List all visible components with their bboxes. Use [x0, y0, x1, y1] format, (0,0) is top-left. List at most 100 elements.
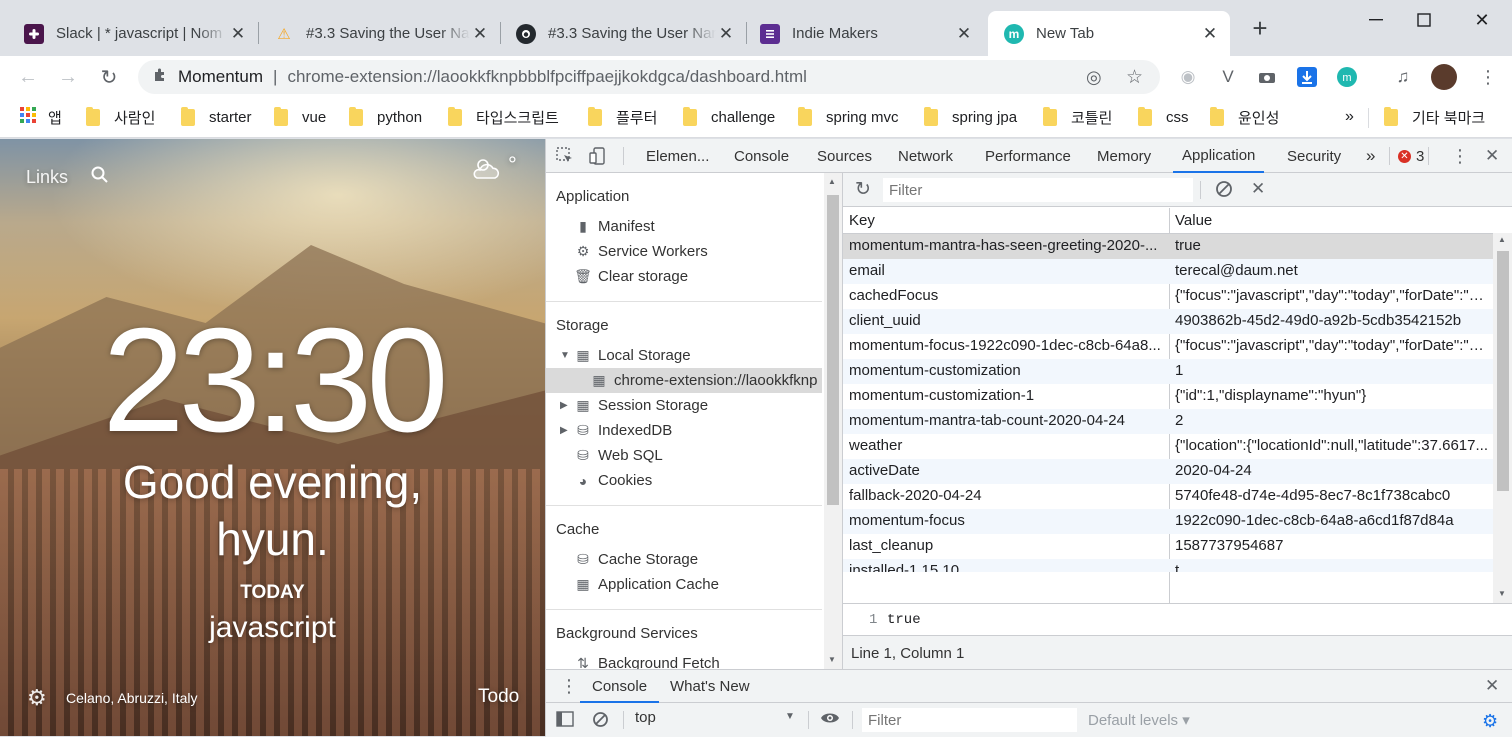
- table-row[interactable]: cachedFocus {"focus":"javascript","day":"…: [843, 284, 1493, 309]
- bookmark-folder[interactable]: 사람인: [86, 106, 155, 128]
- sidebar-item-application-cache[interactable]: ▦ Application Cache: [574, 572, 719, 597]
- sidebar-item-cache-storage[interactable]: ⛁ Cache Storage: [574, 547, 698, 572]
- settings-gear-icon[interactable]: ⚙: [27, 685, 47, 711]
- column-header-value[interactable]: Value: [1175, 212, 1489, 229]
- row-key[interactable]: momentum-mantra-has-seen-greeting-2020-.…: [849, 237, 1165, 254]
- live-expression-eye-icon[interactable]: [820, 710, 840, 731]
- close-window-icon[interactable]: ✕: [1462, 6, 1502, 34]
- bookmark-folder[interactable]: 플루터: [588, 106, 657, 128]
- bookmark-other[interactable]: 기타 북마크: [1384, 106, 1485, 128]
- scrollbar-thumb[interactable]: [1497, 251, 1509, 491]
- sidebar-item-session-storage[interactable]: ▶ ▦ Session Storage: [560, 393, 708, 418]
- row-key[interactable]: momentum-focus-1922c090-1dec-c8cb-64a8..…: [849, 337, 1165, 354]
- column-header-key[interactable]: Key: [849, 212, 1165, 229]
- omnibox[interactable]: Momentum | chrome-extension://laookkfknp…: [138, 60, 1160, 94]
- new-tab-button[interactable]: +: [1240, 13, 1280, 43]
- bookmark-folder[interactable]: 타입스크립트: [448, 106, 559, 128]
- tab-elements[interactable]: Elemen...: [646, 139, 709, 173]
- table-row[interactable]: momentum-customization-1 {"id":1,"display…: [843, 384, 1493, 409]
- maximize-icon[interactable]: [1404, 6, 1444, 34]
- row-key[interactable]: weather: [849, 437, 1165, 454]
- sidebar-item-local-storage[interactable]: ▼ ▦ Local Storage: [560, 343, 691, 368]
- row-key[interactable]: fallback-2020-04-24: [849, 487, 1165, 504]
- drawer-menu-icon[interactable]: ⋮: [560, 676, 578, 697]
- scrollbar-thumb[interactable]: [827, 195, 839, 505]
- bookmark-folder[interactable]: starter: [181, 106, 252, 128]
- tab-sources[interactable]: Sources: [817, 139, 872, 173]
- reload-icon[interactable]: ↻: [94, 62, 124, 92]
- close-tab-icon[interactable]: ✕: [716, 24, 736, 44]
- bookmarks-overflow-button[interactable]: »: [1345, 106, 1354, 128]
- table-row[interactable]: activeDate 2020-04-24: [843, 459, 1493, 484]
- close-tab-icon[interactable]: ✕: [954, 24, 974, 44]
- extension-circle-icon[interactable]: ◉: [1176, 65, 1200, 89]
- more-tabs-button[interactable]: »: [1366, 139, 1375, 173]
- sidebar-item-local-storage-origin[interactable]: ▦ chrome-extension://laookkfknp: [546, 368, 822, 393]
- row-key[interactable]: installed-1.15.10: [849, 562, 1165, 572]
- console-filter-input[interactable]: [862, 708, 1077, 732]
- scroll-down-icon[interactable]: ▼: [828, 655, 836, 664]
- bookmark-folder[interactable]: css: [1138, 106, 1189, 128]
- console-sidebar-icon[interactable]: [556, 711, 574, 730]
- table-row[interactable]: momentum-mantra-tab-count-2020-04-24 2: [843, 409, 1493, 434]
- row-value[interactable]: terecal@daum.net: [1175, 262, 1489, 279]
- row-value[interactable]: 2: [1175, 412, 1489, 429]
- tab-console[interactable]: Console: [734, 139, 789, 173]
- row-value[interactable]: 5740fe48-d74e-4d95-8ec7-8c1f738cabc0: [1175, 487, 1489, 504]
- sidebar-item-manifest[interactable]: ▮ Manifest: [574, 214, 655, 239]
- row-value[interactable]: 1922c090-1dec-c8cb-64a8-a6cd1f87d84a: [1175, 512, 1489, 529]
- table-row[interactable]: momentum-customization 1: [843, 359, 1493, 384]
- clear-console-icon[interactable]: [592, 711, 609, 731]
- bookmark-folder[interactable]: spring mvc: [798, 106, 899, 128]
- row-value[interactable]: 4903862b-45d2-49d0-a92b-5cdb3542152b: [1175, 312, 1489, 329]
- row-key[interactable]: momentum-focus: [849, 512, 1165, 529]
- row-value[interactable]: 1: [1175, 362, 1489, 379]
- row-key[interactable]: momentum-customization: [849, 362, 1165, 379]
- bookmark-folder[interactable]: python: [349, 106, 422, 128]
- row-value[interactable]: {"focus":"javascript","day":"today","for…: [1175, 287, 1489, 304]
- table-row[interactable]: email terecal@daum.net: [843, 259, 1493, 284]
- vimeo-extension-icon[interactable]: V: [1216, 65, 1240, 89]
- location-target-icon[interactable]: ◎: [1086, 67, 1102, 88]
- sidebar-item-service-workers[interactable]: ⚙ Service Workers: [574, 239, 708, 264]
- tab-application[interactable]: Application: [1173, 139, 1265, 173]
- row-key[interactable]: activeDate: [849, 462, 1165, 479]
- bookmark-folder[interactable]: challenge: [683, 106, 775, 128]
- drawer-tab-console[interactable]: Console: [580, 670, 660, 703]
- close-tab-icon[interactable]: ✕: [1200, 24, 1220, 44]
- refresh-icon[interactable]: ↻: [855, 178, 871, 201]
- row-value[interactable]: {"focus":"javascript","day":"today","for…: [1175, 337, 1489, 354]
- row-value[interactable]: t: [1175, 562, 1489, 572]
- table-row[interactable]: momentum-focus 1922c090-1dec-c8cb-64a8-a6…: [843, 509, 1493, 534]
- bookmark-star-icon[interactable]: ☆: [1126, 66, 1143, 89]
- tab-memory[interactable]: Memory: [1097, 139, 1151, 173]
- back-arrow-icon[interactable]: ←: [13, 62, 43, 92]
- devtools-menu-icon[interactable]: ⋮: [1451, 139, 1469, 173]
- delete-selected-icon[interactable]: ✕: [1251, 179, 1265, 199]
- chrome-menu-icon[interactable]: ⋮: [1476, 65, 1500, 89]
- log-levels-dropdown[interactable]: Default levels ▾: [1088, 711, 1190, 729]
- scroll-down-icon[interactable]: ▼: [1498, 589, 1506, 598]
- sidebar-item-clear-storage[interactable]: 🗑 Clear storage: [574, 264, 688, 289]
- error-counter[interactable]: ✕ 3: [1398, 139, 1424, 173]
- weather-cloud-icon[interactable]: [471, 156, 503, 185]
- close-tab-icon[interactable]: ✕: [228, 24, 248, 44]
- row-key[interactable]: momentum-customization-1: [849, 387, 1165, 404]
- browser-tab-slack[interactable]: Slack | * javascript | Nom ✕: [0, 11, 258, 56]
- scroll-up-icon[interactable]: ▲: [828, 177, 836, 186]
- minimize-icon[interactable]: [1356, 6, 1396, 34]
- table-row[interactable]: last_cleanup 1587737954687: [843, 534, 1493, 559]
- tab-security[interactable]: Security: [1287, 139, 1341, 173]
- sidebar-item-background-fetch[interactable]: ⇅ Background Fetch: [574, 651, 720, 669]
- bookmark-folder[interactable]: spring jpa: [924, 106, 1017, 128]
- bookmark-apps[interactable]: 앱: [20, 106, 62, 128]
- table-scrollbar[interactable]: ▲ ▼: [1493, 233, 1512, 603]
- console-settings-gear-icon[interactable]: ⚙: [1482, 711, 1498, 732]
- tab-network[interactable]: Network: [898, 139, 953, 173]
- profile-avatar[interactable]: [1431, 64, 1457, 90]
- browser-tab-github[interactable]: #3.3 Saving the User Name ✕: [492, 11, 746, 56]
- browser-tab-new-tab[interactable]: m New Tab ✕: [988, 11, 1230, 56]
- drawer-tab-whats-new[interactable]: What's New: [670, 678, 750, 695]
- table-row[interactable]: installed-1.15.10 t: [843, 559, 1493, 572]
- table-row[interactable]: weather {"location":{"locationId":null,"l…: [843, 434, 1493, 459]
